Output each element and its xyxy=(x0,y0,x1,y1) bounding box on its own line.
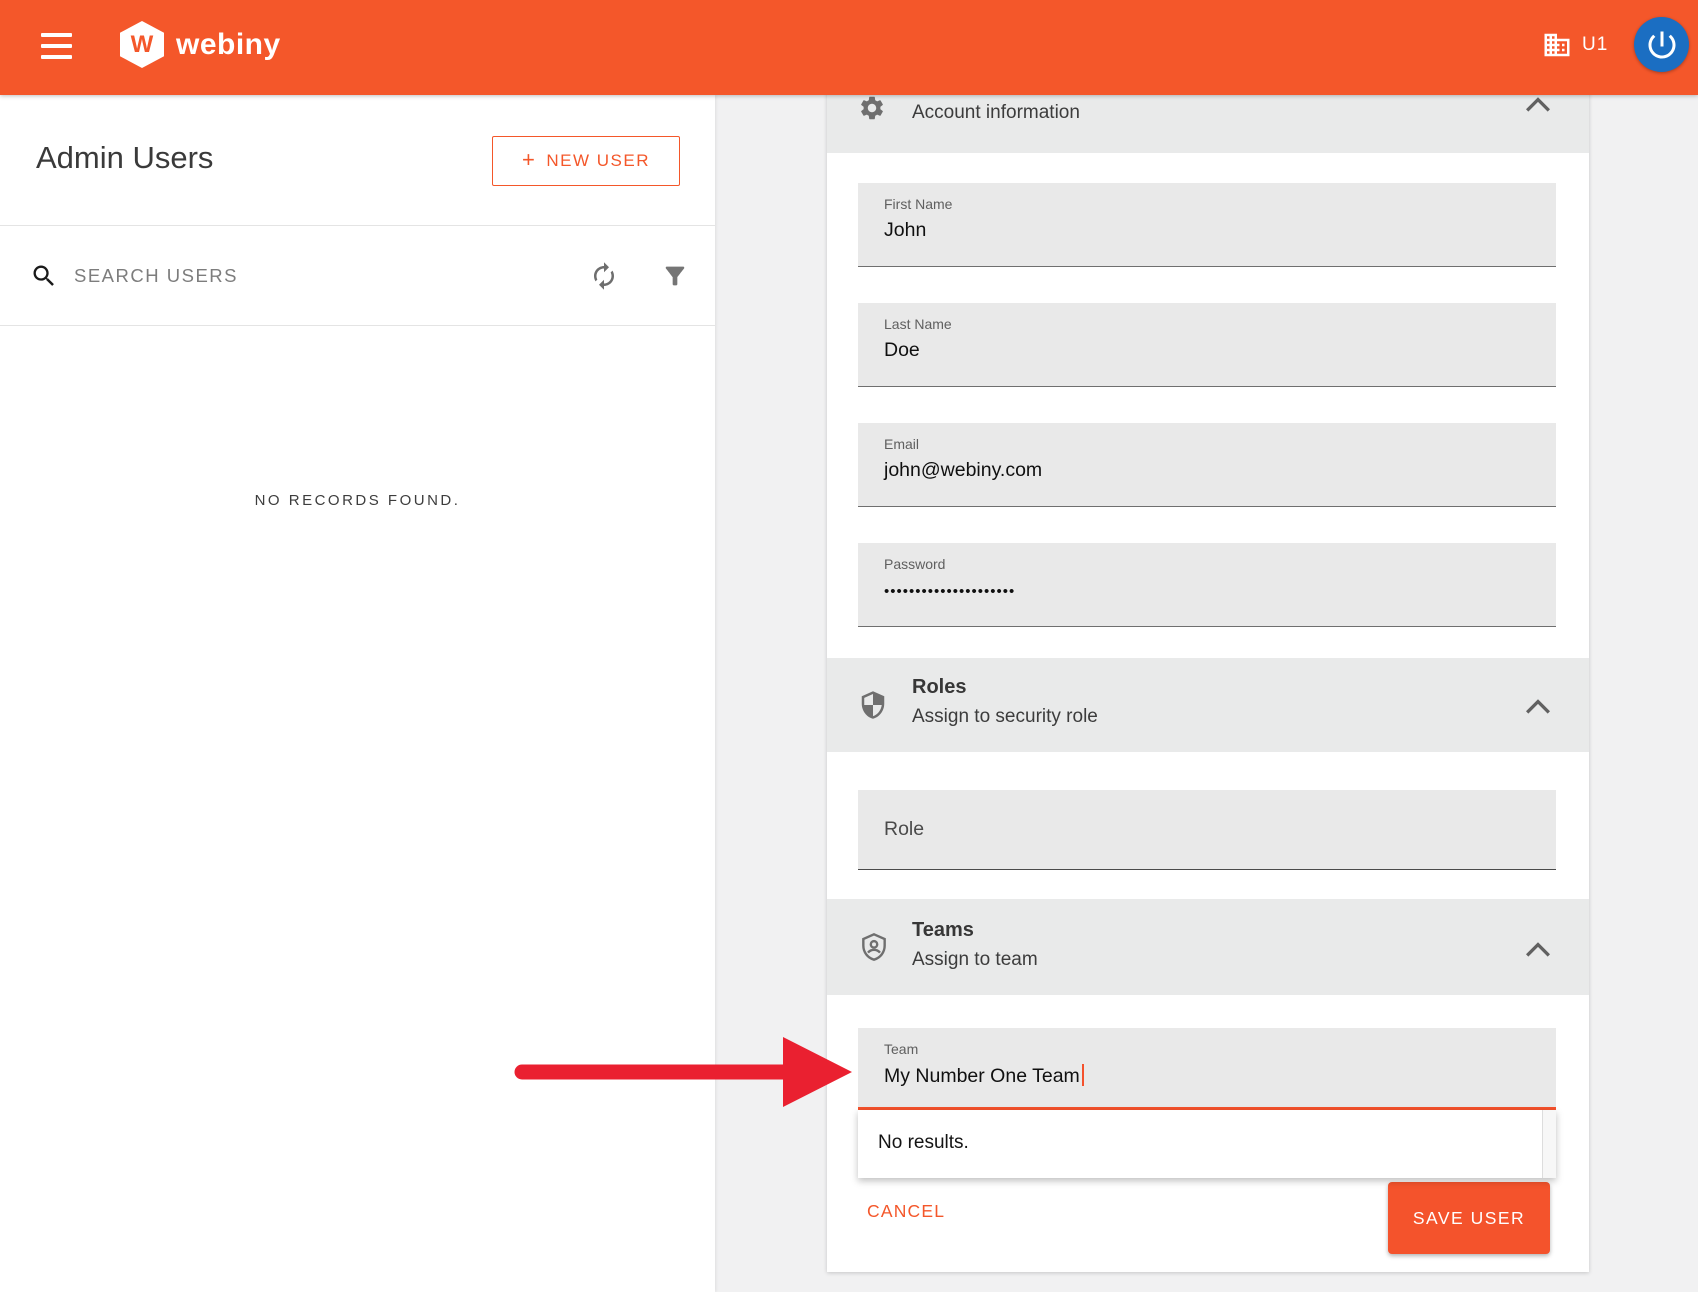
chevron-up-icon[interactable] xyxy=(1525,698,1551,716)
tenant-label: U1 xyxy=(1582,34,1608,56)
filter-icon[interactable] xyxy=(661,262,689,290)
last-name-value: Doe xyxy=(884,339,920,362)
email-label: Email xyxy=(884,436,919,452)
text-cursor xyxy=(1082,1064,1084,1086)
refresh-icon[interactable] xyxy=(589,261,619,291)
last-name-field[interactable]: Last Name Doe xyxy=(858,303,1556,387)
password-value: ••••••••••••••••••••• xyxy=(884,583,1015,600)
section-header-teams[interactable]: Teams Assign to team xyxy=(827,899,1589,995)
shield-person-icon xyxy=(858,931,890,963)
section-header-roles[interactable]: Roles Assign to security role xyxy=(827,658,1589,752)
team-autocomplete-field[interactable]: Team My Number One Team xyxy=(858,1028,1556,1110)
first-name-label: First Name xyxy=(884,196,952,212)
page-title: Admin Users xyxy=(36,140,213,176)
first-name-field[interactable]: First Name John xyxy=(858,183,1556,267)
role-field-label: Role xyxy=(884,818,924,841)
section-title-teams: Teams xyxy=(912,919,974,942)
no-results-message: No results. xyxy=(878,1132,969,1154)
user-form-panel: Bio Account information First Name John … xyxy=(827,46,1589,1272)
password-label: Password xyxy=(884,556,945,572)
empty-list-message: NO RECORDS FOUND. xyxy=(0,492,715,509)
team-field-label: Team xyxy=(884,1041,918,1057)
team-field-value[interactable]: My Number One Team xyxy=(884,1065,1080,1087)
search-users-input[interactable] xyxy=(74,265,494,287)
search-icon[interactable] xyxy=(30,262,58,290)
password-field[interactable]: Password ••••••••••••••••••••• xyxy=(858,543,1556,627)
user-avatar[interactable] xyxy=(1634,17,1689,72)
dropdown-scrollbar[interactable] xyxy=(1542,1110,1556,1178)
chevron-up-icon[interactable] xyxy=(1525,96,1551,114)
last-name-label: Last Name xyxy=(884,316,952,332)
autocomplete-dropdown[interactable]: No results. xyxy=(858,1110,1556,1178)
email-field[interactable]: Email john@webiny.com xyxy=(858,423,1556,507)
logo-letter: W xyxy=(131,31,154,59)
section-subtitle-teams: Assign to team xyxy=(912,949,1038,971)
chevron-up-icon[interactable] xyxy=(1525,941,1551,959)
role-select-field[interactable]: Role xyxy=(858,790,1556,870)
section-subtitle-roles: Assign to security role xyxy=(912,706,1098,728)
app-bar: W webiny U1 xyxy=(0,0,1698,95)
menu-icon[interactable] xyxy=(41,33,72,61)
first-name-value: John xyxy=(884,219,926,242)
email-value: john@webiny.com xyxy=(884,459,1042,482)
power-icon xyxy=(1644,27,1680,63)
brand-name: webiny xyxy=(176,28,281,62)
cancel-button[interactable]: CANCEL xyxy=(867,1186,997,1236)
users-list-panel: Admin Users + NEW USER NO RECORDS FOUND. xyxy=(0,95,715,1292)
search-bar xyxy=(0,225,715,326)
webiny-logo-icon[interactable]: W xyxy=(120,21,164,68)
save-user-button[interactable]: SAVE USER xyxy=(1388,1182,1550,1254)
gear-icon xyxy=(858,94,886,122)
section-title-roles: Roles xyxy=(912,676,966,699)
new-user-button[interactable]: + NEW USER xyxy=(492,136,680,186)
tenant-switcher[interactable]: U1 xyxy=(1542,30,1608,60)
new-user-button-label: NEW USER xyxy=(546,151,650,171)
shield-icon xyxy=(858,690,888,720)
building-icon xyxy=(1542,30,1572,60)
plus-icon: + xyxy=(522,147,536,173)
section-subtitle-bio: Account information xyxy=(912,102,1080,124)
